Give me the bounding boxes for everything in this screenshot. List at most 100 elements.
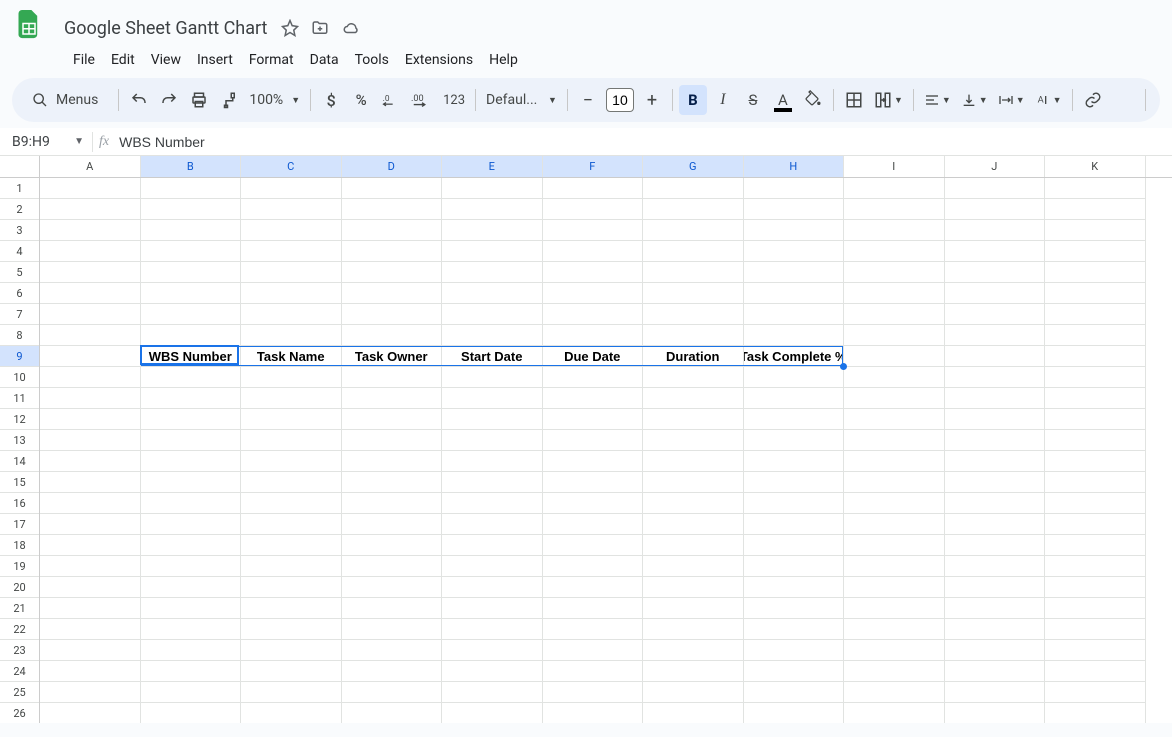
- cell-J10[interactable]: [945, 367, 1046, 388]
- cell-C17[interactable]: [241, 514, 342, 535]
- cell-I24[interactable]: [844, 661, 945, 682]
- cell-J7[interactable]: [945, 304, 1046, 325]
- borders-button[interactable]: [840, 85, 868, 115]
- cell-H26[interactable]: [744, 703, 845, 723]
- zoom-select[interactable]: 100%▼: [245, 85, 304, 115]
- cell-I13[interactable]: [844, 430, 945, 451]
- cell-E23[interactable]: [442, 640, 543, 661]
- undo-button[interactable]: [125, 85, 153, 115]
- move-icon[interactable]: [311, 19, 329, 37]
- cell-K19[interactable]: [1045, 556, 1146, 577]
- cell-F19[interactable]: [543, 556, 644, 577]
- cell-C12[interactable]: [241, 409, 342, 430]
- cell-H3[interactable]: [744, 220, 845, 241]
- currency-button[interactable]: $: [317, 85, 345, 115]
- cell-C22[interactable]: [241, 619, 342, 640]
- cell-J9[interactable]: [945, 346, 1046, 367]
- fill-color-button[interactable]: [799, 85, 827, 115]
- cell-A19[interactable]: [40, 556, 141, 577]
- spreadsheet-grid[interactable]: ABCDEFGHIJK 1234567891011121314151617181…: [0, 156, 1172, 723]
- cell-D13[interactable]: [342, 430, 443, 451]
- row-header-4[interactable]: 4: [0, 241, 39, 262]
- cell-A24[interactable]: [40, 661, 141, 682]
- cell-I11[interactable]: [844, 388, 945, 409]
- cell-C24[interactable]: [241, 661, 342, 682]
- cell-A17[interactable]: [40, 514, 141, 535]
- cell-G25[interactable]: [643, 682, 744, 703]
- cell-G14[interactable]: [643, 451, 744, 472]
- cell-C2[interactable]: [241, 199, 342, 220]
- cell-C23[interactable]: [241, 640, 342, 661]
- menu-help[interactable]: Help: [482, 48, 525, 72]
- cell-E8[interactable]: [442, 325, 543, 346]
- cell-K11[interactable]: [1045, 388, 1146, 409]
- cell-E7[interactable]: [442, 304, 543, 325]
- cell-A7[interactable]: [40, 304, 141, 325]
- cell-D4[interactable]: [342, 241, 443, 262]
- cell-C3[interactable]: [241, 220, 342, 241]
- col-header-E[interactable]: E: [442, 156, 543, 177]
- cell-J23[interactable]: [945, 640, 1046, 661]
- cell-H13[interactable]: [744, 430, 845, 451]
- row-header-2[interactable]: 2: [0, 199, 39, 220]
- cell-B10[interactable]: [141, 367, 242, 388]
- cell-E3[interactable]: [442, 220, 543, 241]
- cell-I10[interactable]: [844, 367, 945, 388]
- cell-J13[interactable]: [945, 430, 1046, 451]
- cell-F25[interactable]: [543, 682, 644, 703]
- cell-J25[interactable]: [945, 682, 1046, 703]
- cell-B24[interactable]: [141, 661, 242, 682]
- decrease-decimal-button[interactable]: .0: [377, 85, 405, 115]
- cell-D26[interactable]: [342, 703, 443, 723]
- cell-E16[interactable]: [442, 493, 543, 514]
- cell-H14[interactable]: [744, 451, 845, 472]
- cell-A11[interactable]: [40, 388, 141, 409]
- cell-E12[interactable]: [442, 409, 543, 430]
- cell-I7[interactable]: [844, 304, 945, 325]
- cell-F4[interactable]: [543, 241, 644, 262]
- cell-E13[interactable]: [442, 430, 543, 451]
- cell-G24[interactable]: [643, 661, 744, 682]
- cell-I5[interactable]: [844, 262, 945, 283]
- italic-button[interactable]: I: [709, 85, 737, 115]
- cell-B11[interactable]: [141, 388, 242, 409]
- cell-I17[interactable]: [844, 514, 945, 535]
- row-header-12[interactable]: 12: [0, 409, 39, 430]
- cell-C1[interactable]: [241, 178, 342, 199]
- paint-format-button[interactable]: [215, 85, 243, 115]
- cell-G10[interactable]: [643, 367, 744, 388]
- cell-F18[interactable]: [543, 535, 644, 556]
- cell-G4[interactable]: [643, 241, 744, 262]
- cell-D24[interactable]: [342, 661, 443, 682]
- menu-format[interactable]: Format: [242, 48, 301, 72]
- cell-I18[interactable]: [844, 535, 945, 556]
- cell-K4[interactable]: [1045, 241, 1146, 262]
- cell-J4[interactable]: [945, 241, 1046, 262]
- cell-I26[interactable]: [844, 703, 945, 723]
- cell-K17[interactable]: [1045, 514, 1146, 535]
- col-header-F[interactable]: F: [543, 156, 644, 177]
- cell-G9[interactable]: Duration: [643, 346, 744, 367]
- cell-A9[interactable]: [40, 346, 141, 367]
- cell-C19[interactable]: [241, 556, 342, 577]
- cell-J14[interactable]: [945, 451, 1046, 472]
- cell-D7[interactable]: [342, 304, 443, 325]
- cell-B8[interactable]: [141, 325, 242, 346]
- cell-H15[interactable]: [744, 472, 845, 493]
- cell-I12[interactable]: [844, 409, 945, 430]
- cell-F23[interactable]: [543, 640, 644, 661]
- row-header-14[interactable]: 14: [0, 451, 39, 472]
- cell-J16[interactable]: [945, 493, 1046, 514]
- cell-F9[interactable]: Due Date: [543, 346, 644, 367]
- cell-G26[interactable]: [643, 703, 744, 723]
- cell-H2[interactable]: [744, 199, 845, 220]
- cell-F6[interactable]: [543, 283, 644, 304]
- cell-B9[interactable]: WBS Number: [141, 346, 242, 367]
- cell-B3[interactable]: [141, 220, 242, 241]
- cell-A2[interactable]: [40, 199, 141, 220]
- cell-K24[interactable]: [1045, 661, 1146, 682]
- cell-F17[interactable]: [543, 514, 644, 535]
- cell-I4[interactable]: [844, 241, 945, 262]
- row-header-23[interactable]: 23: [0, 640, 39, 661]
- text-color-button[interactable]: A: [769, 85, 797, 115]
